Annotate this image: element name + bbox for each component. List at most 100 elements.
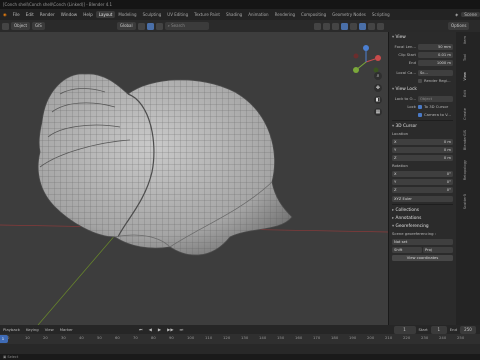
shading-material-icon[interactable] bbox=[368, 22, 375, 30]
divider bbox=[392, 120, 453, 121]
editor-type-icon[interactable] bbox=[2, 22, 9, 30]
sidebar-tab-edit[interactable]: Edit bbox=[463, 90, 473, 97]
view-menu[interactable]: View bbox=[42, 327, 57, 332]
sidebar-tab-view[interactable]: View bbox=[463, 72, 473, 81]
menu-bar: ◉ File Edit Render Window Help Layout Mo… bbox=[0, 9, 480, 20]
menu-help[interactable]: Help bbox=[80, 12, 96, 17]
jump-end-icon[interactable]: ⏭ bbox=[177, 327, 187, 332]
sidebar-tab-item[interactable]: Item bbox=[463, 36, 473, 44]
to-3d-cursor-checkbox[interactable] bbox=[418, 104, 422, 109]
playhead-marker[interactable]: 1 bbox=[0, 335, 8, 343]
shading-solid-icon[interactable] bbox=[359, 22, 366, 30]
gis-menu[interactable]: GIS bbox=[32, 22, 45, 30]
timeline-tick-label: 80 bbox=[151, 335, 156, 340]
viewport-search-field[interactable]: ⌕ Search bbox=[164, 22, 209, 30]
tab-rendering[interactable]: Rendering bbox=[272, 11, 298, 18]
visibility-icon[interactable] bbox=[314, 22, 321, 30]
menu-render[interactable]: Render bbox=[37, 12, 58, 17]
shading-wireframe-icon[interactable] bbox=[350, 22, 357, 30]
render-region-checkbox[interactable] bbox=[418, 78, 422, 83]
sidebar-tab-tool[interactable]: Tool bbox=[463, 54, 473, 61]
sidebar-tab-retopology[interactable]: Retopology bbox=[463, 160, 473, 180]
collections-section-header[interactable]: Collections bbox=[392, 207, 453, 215]
overlay-icon[interactable] bbox=[332, 22, 339, 30]
local-camera-field[interactable]: Sc... bbox=[418, 69, 453, 76]
georef-y-field[interactable]: Proj bbox=[423, 246, 453, 253]
clip-start-field[interactable]: 0.01 m bbox=[418, 51, 453, 58]
object-mode-menu[interactable]: Object bbox=[11, 22, 31, 30]
timeline-tick-label: 30 bbox=[61, 335, 66, 340]
tab-texture-paint[interactable]: Texture Paint bbox=[191, 11, 223, 18]
tab-geometry-nodes[interactable]: Geometry Nodes bbox=[329, 11, 369, 18]
rotation-mode-dropdown[interactable]: XYZ Euler bbox=[392, 195, 453, 202]
end-frame-field[interactable]: 250 bbox=[460, 325, 476, 334]
options-button[interactable]: Options bbox=[448, 22, 470, 30]
menu-window[interactable]: Window bbox=[58, 12, 81, 17]
tab-modeling[interactable]: Modeling bbox=[115, 11, 139, 18]
3d-cursor-section-header[interactable]: 3D Cursor bbox=[392, 123, 453, 131]
blender-logo-icon[interactable]: ◉ bbox=[0, 12, 10, 17]
keying-menu[interactable]: Keying bbox=[23, 327, 42, 332]
menu-file[interactable]: File bbox=[10, 12, 23, 17]
scene-icon[interactable]: ◈ bbox=[452, 12, 461, 17]
focal-length-field[interactable]: 50 mm bbox=[418, 43, 453, 50]
start-frame-field[interactable]: 1 bbox=[430, 325, 447, 334]
marker-menu[interactable]: Marker bbox=[57, 327, 76, 332]
tab-layout[interactable]: Layout bbox=[95, 11, 116, 18]
timeline-tick-label: 230 bbox=[421, 335, 429, 340]
proportional-edit-icon[interactable] bbox=[155, 22, 163, 30]
tab-animation[interactable]: Animation bbox=[245, 11, 271, 18]
timeline-tick-label: 180 bbox=[331, 335, 339, 340]
view-lock-section-header[interactable]: View Lock bbox=[392, 86, 453, 94]
zoom-icon[interactable]: ⌕ bbox=[374, 72, 382, 80]
timeline-ruler[interactable]: 0 10 20 30 40 50 60 70 80 90 100 110 120 130 140 150 160… bbox=[0, 334, 480, 344]
view-section-header[interactable]: View bbox=[392, 34, 453, 42]
timeline-tick-label: 110 bbox=[205, 335, 213, 340]
perspective-toggle-icon[interactable]: ▦ bbox=[374, 108, 382, 116]
prev-keyframe-icon[interactable]: ◀ bbox=[146, 327, 155, 332]
rotation-label: Rotation bbox=[392, 163, 408, 168]
playback-menu[interactable]: Playback bbox=[0, 327, 23, 332]
timeline-track-area[interactable] bbox=[0, 344, 480, 354]
cursor-rot-x-field[interactable]: X 0° bbox=[392, 170, 453, 177]
snap-icon[interactable] bbox=[146, 22, 154, 30]
search-placeholder: Search bbox=[171, 23, 185, 28]
tab-scripting[interactable]: Scripting bbox=[369, 11, 393, 18]
view-coordinates-button[interactable]: View coordinates bbox=[392, 254, 453, 261]
lock-to-object-row: Lock to O... Object bbox=[392, 95, 453, 102]
lock-to-object-field[interactable]: Object bbox=[418, 95, 453, 102]
shading-rendered-icon[interactable] bbox=[377, 22, 384, 30]
georef-section-header[interactable]: Georeferencing bbox=[392, 223, 453, 231]
sidebar-tab-scatter[interactable]: Scatter5 bbox=[463, 194, 473, 209]
camera-view-icon[interactable]: ◧ bbox=[374, 96, 382, 104]
scene-selector[interactable]: Scene bbox=[461, 12, 480, 17]
georef-status-field[interactable]: Not set bbox=[392, 238, 453, 245]
pivot-icon[interactable] bbox=[137, 22, 145, 30]
clip-end-field[interactable]: 1000 m bbox=[418, 59, 453, 66]
cursor-rot-y-field[interactable]: Y 0° bbox=[392, 178, 453, 185]
cursor-loc-x-field[interactable]: X0 m bbox=[392, 138, 453, 145]
gizmo-toggle-icon[interactable] bbox=[323, 22, 330, 30]
cursor-rot-z-field[interactable]: Z 0° bbox=[392, 186, 453, 193]
sidebar-tab-create[interactable]: Create bbox=[463, 108, 473, 120]
3d-viewport[interactable] bbox=[0, 32, 388, 325]
cursor-loc-z-field[interactable]: Z0 m bbox=[392, 154, 453, 161]
annotations-section-header[interactable]: Annotations bbox=[392, 215, 453, 223]
xray-icon[interactable] bbox=[341, 22, 348, 30]
tab-shading[interactable]: Shading bbox=[223, 11, 245, 18]
next-keyframe-icon[interactable]: ▶▶ bbox=[164, 327, 176, 332]
camera-to-view-checkbox[interactable] bbox=[418, 112, 422, 117]
tab-uv-editing[interactable]: UV Editing bbox=[164, 11, 191, 18]
menu-edit[interactable]: Edit bbox=[23, 12, 37, 17]
play-icon[interactable]: ▶ bbox=[155, 327, 164, 332]
lock-to-object-label: Lock to O... bbox=[394, 96, 416, 101]
jump-start-icon[interactable]: ⏮ bbox=[136, 327, 146, 332]
cursor-loc-y-field[interactable]: Y0 m bbox=[392, 146, 453, 153]
sidebar-tab-blendergis[interactable]: BlenderGIS bbox=[463, 130, 473, 150]
pan-hand-icon[interactable]: ✥ bbox=[374, 84, 382, 92]
orientation-dropdown[interactable]: Global bbox=[116, 22, 136, 30]
tab-compositing[interactable]: Compositing bbox=[298, 11, 329, 18]
current-frame-field[interactable]: 1 bbox=[393, 325, 416, 334]
georef-x-field[interactable]: Shift bbox=[392, 246, 422, 253]
tab-sculpting[interactable]: Sculpting bbox=[140, 11, 165, 18]
